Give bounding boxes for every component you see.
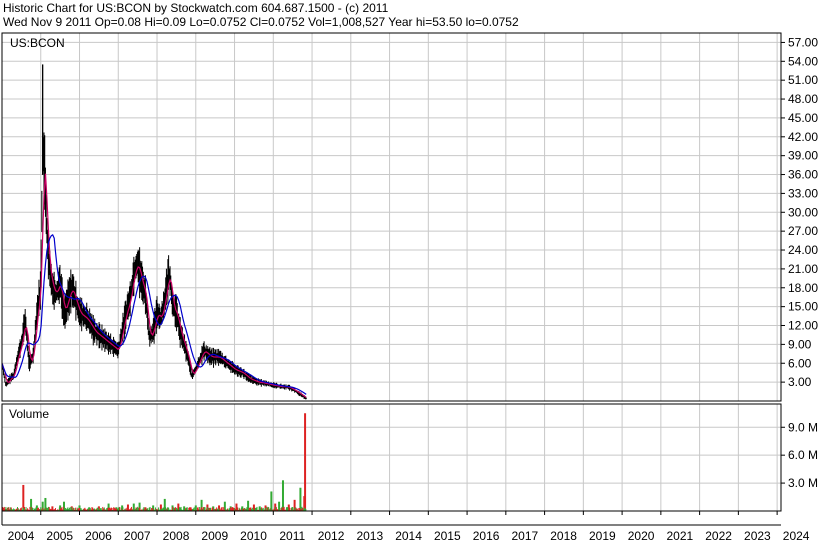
y-tick-label: 57.00: [788, 35, 818, 49]
y-tick-label: 27.00: [788, 224, 818, 238]
y-tick-label: 36.00: [788, 168, 818, 182]
volume-grid: [1, 404, 781, 511]
volume-panel-label: Volume: [9, 407, 49, 421]
y-tick-label: 9.00: [788, 337, 812, 351]
volume-panel-frame: [1, 403, 782, 512]
y-tick-label: 30.00: [788, 205, 818, 219]
moving-average-short-line: [1, 173, 307, 398]
y-tick-label: 51.00: [788, 73, 818, 87]
y-tick-label: 54.00: [788, 54, 818, 68]
x-tick-label: 2011: [279, 529, 305, 543]
x-tick-label: 2010: [240, 529, 267, 543]
price-series: [1, 64, 307, 400]
x-tick-label: 2005: [46, 529, 73, 543]
volume-tick-label: 9.0 M: [788, 420, 818, 434]
y-tick-label: 45.00: [788, 111, 818, 125]
x-tick-label: 2022: [705, 529, 732, 543]
y-tick-label: 15.00: [788, 300, 818, 314]
y-tick-label: 12.00: [788, 319, 818, 333]
x-tick-label: 2004: [8, 529, 35, 543]
x-tick-label: 2007: [124, 529, 151, 543]
volume-tick-label: 3.0 M: [788, 476, 818, 490]
volume-series: [1, 413, 307, 511]
y-tick-label: 18.00: [788, 281, 818, 295]
x-tick-label: 2024: [783, 529, 810, 543]
y-tick-label: 33.00: [788, 186, 818, 200]
x-tick-label: 2019: [589, 529, 616, 543]
y-tick-label: 48.00: [788, 92, 818, 106]
x-tick-label: 2013: [356, 529, 383, 543]
x-tick-label: 2015: [434, 529, 461, 543]
x-tick-label: 2018: [550, 529, 577, 543]
x-tick-label: 2006: [85, 529, 112, 543]
chart-frames: [1, 32, 785, 526]
x-tick-label: 2017: [511, 529, 538, 543]
historic-chart: 57.00 54.00 51.00 48.00 45.00 42.00 39.00 36.00…: [1, 32, 818, 543]
x-tick-label: 2012: [318, 529, 345, 543]
x-tick-label: 2008: [163, 529, 190, 543]
price-panel-label: US:BCON: [10, 36, 65, 50]
x-tick-label: 2014: [395, 529, 422, 543]
y-tick-label: 24.00: [788, 243, 818, 257]
y-tick-label: 42.00: [788, 130, 818, 144]
volume-tick-label: 6.0 M: [788, 448, 818, 462]
x-tick-label: 2023: [744, 529, 771, 543]
x-tick-label: 2009: [201, 529, 228, 543]
chart-window: Historic Chart for US:BCON by Stockwatch…: [0, 0, 830, 543]
y-tick-label: 39.00: [788, 149, 818, 163]
x-tick-label: 2016: [473, 529, 500, 543]
y-tick-label: 21.00: [788, 262, 818, 276]
x-tick-label: 2021: [667, 529, 694, 543]
y-tick-label: 6.00: [788, 356, 812, 370]
y-tick-label: 3.00: [788, 375, 812, 389]
x-tick-label: 2020: [628, 529, 655, 543]
